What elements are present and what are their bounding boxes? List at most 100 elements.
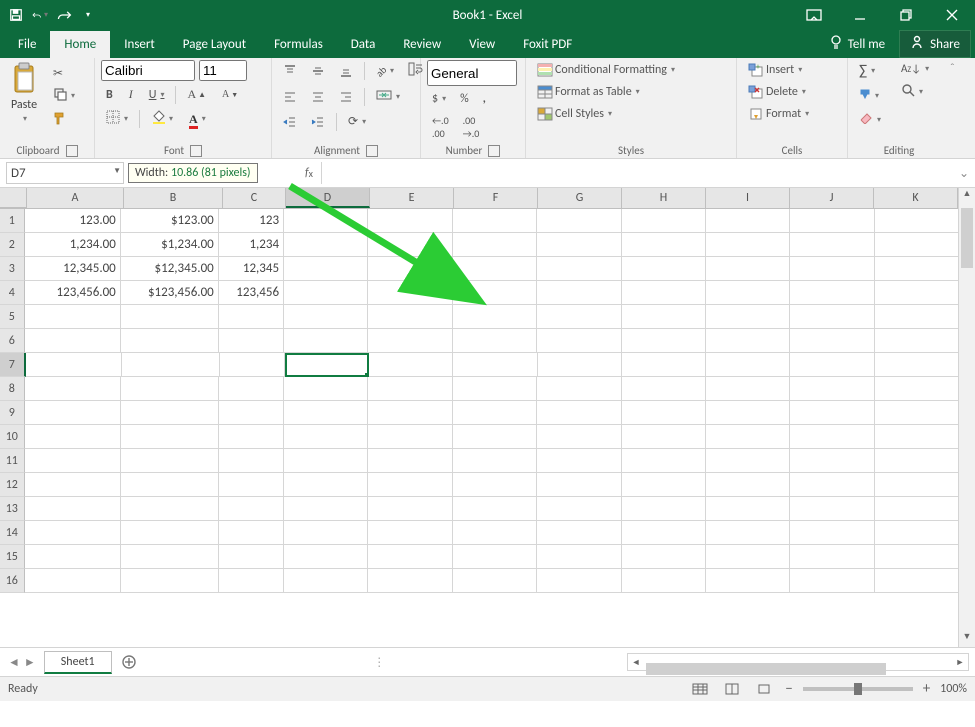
cell-B9[interactable] (121, 401, 219, 425)
column-header-A[interactable]: A (27, 188, 124, 208)
cell-I4[interactable] (706, 281, 790, 305)
merge-center-button[interactable]: ▾ (371, 86, 405, 108)
cell-A16[interactable] (25, 569, 121, 593)
align-bottom-button[interactable] (334, 62, 358, 80)
row-header-6[interactable]: 6 (0, 329, 25, 353)
cell-B7[interactable] (122, 353, 220, 377)
cell-A4[interactable]: 123,456.00 (25, 281, 121, 305)
cell-G1[interactable] (537, 209, 621, 233)
tell-me[interactable]: Tell me (820, 35, 895, 53)
cell-B11[interactable] (121, 449, 219, 473)
cell-E3[interactable] (368, 257, 452, 281)
cell-G4[interactable] (537, 281, 621, 305)
cell-G2[interactable] (537, 233, 621, 257)
cell-K16[interactable] (875, 569, 959, 593)
cell-K1[interactable] (875, 209, 959, 233)
sheet-tab-active[interactable]: Sheet1 (44, 651, 112, 674)
borders-button[interactable]: ▾ (101, 108, 133, 130)
cell-K10[interactable] (875, 425, 959, 449)
redo-icon[interactable] (56, 7, 72, 23)
cell-F2[interactable] (453, 233, 537, 257)
cell-B2[interactable]: $1,234.00 (121, 233, 219, 257)
ribbon-display-options-icon[interactable] (791, 0, 837, 30)
cell-J11[interactable] (790, 449, 874, 473)
align-center-button[interactable] (306, 88, 330, 106)
cell-I12[interactable] (706, 473, 790, 497)
cell-D2[interactable] (284, 233, 368, 257)
cell-A2[interactable]: 1,234.00 (25, 233, 121, 257)
cell-I14[interactable] (706, 521, 790, 545)
cell-A11[interactable] (25, 449, 121, 473)
autosum-button[interactable]: ∑▾ (854, 60, 886, 82)
cell-D15[interactable] (284, 545, 368, 569)
decrease-decimal-button[interactable]: .00→.0 (458, 112, 485, 142)
cell-I13[interactable] (706, 497, 790, 521)
cell-B13[interactable] (121, 497, 219, 521)
format-cells-button[interactable]: Format▾ (743, 104, 814, 124)
cell-I5[interactable] (706, 305, 790, 329)
zoom-slider-handle[interactable] (854, 683, 862, 695)
undo-icon[interactable]: ▾ (32, 7, 48, 23)
vertical-scroll-thumb[interactable] (961, 208, 973, 268)
insert-function-button[interactable]: fx (297, 162, 322, 184)
cell-J3[interactable] (790, 257, 874, 281)
number-format-select[interactable] (427, 60, 517, 86)
copy-button[interactable]: ▾ (48, 85, 80, 107)
format-painter-button[interactable] (48, 109, 80, 131)
cell-B12[interactable] (121, 473, 219, 497)
clear-button[interactable]: ▾ (854, 110, 886, 130)
cell-D16[interactable] (284, 569, 368, 593)
cell-E13[interactable] (368, 497, 452, 521)
cell-C8[interactable] (219, 377, 284, 401)
column-header-G[interactable]: G (538, 188, 622, 208)
font-color-button[interactable]: A▾ (184, 110, 211, 129)
font-dialog-launcher[interactable] (190, 145, 202, 157)
cut-button[interactable]: ✂ (48, 64, 80, 83)
cell-D5[interactable] (284, 305, 368, 329)
cell-K7[interactable] (875, 353, 959, 377)
zoom-level[interactable]: 100% (940, 682, 967, 696)
cell-B10[interactable] (121, 425, 219, 449)
cell-C7[interactable] (220, 353, 285, 377)
cell-G5[interactable] (537, 305, 621, 329)
cell-F9[interactable] (453, 401, 537, 425)
cell-I6[interactable] (706, 329, 790, 353)
cell-H4[interactable] (622, 281, 706, 305)
cell-E7[interactable] (369, 353, 453, 377)
row-header-16[interactable]: 16 (0, 569, 25, 593)
cell-I8[interactable] (706, 377, 790, 401)
cell-A1[interactable]: 123.00 (25, 209, 121, 233)
column-header-F[interactable]: F (454, 188, 538, 208)
cell-D6[interactable] (284, 329, 368, 353)
zoom-out-button[interactable]: − (785, 680, 792, 698)
cell-B5[interactable] (121, 305, 219, 329)
cell-B8[interactable] (121, 377, 219, 401)
cell-C5[interactable] (219, 305, 284, 329)
cell-C1[interactable]: 123 (219, 209, 284, 233)
cell-I3[interactable] (706, 257, 790, 281)
cell-I9[interactable] (706, 401, 790, 425)
page-layout-view-button[interactable] (721, 680, 743, 698)
cell-J7[interactable] (790, 353, 874, 377)
increase-indent-button[interactable] (306, 113, 330, 131)
customize-qat-icon[interactable]: ▾ (80, 7, 96, 23)
decrease-indent-button[interactable] (278, 113, 302, 131)
delete-cells-button[interactable]: Delete▾ (743, 82, 811, 102)
cell-D11[interactable] (284, 449, 368, 473)
cell-H13[interactable] (622, 497, 706, 521)
decrease-font-button[interactable]: A▼ (217, 87, 243, 102)
cell-B3[interactable]: $12,345.00 (121, 257, 219, 281)
comma-format-button[interactable]: , (478, 90, 491, 108)
page-break-view-button[interactable] (753, 680, 775, 698)
cell-E8[interactable] (368, 377, 452, 401)
cell-G15[interactable] (537, 545, 621, 569)
cell-H15[interactable] (622, 545, 706, 569)
cell-B16[interactable] (121, 569, 219, 593)
row-header-13[interactable]: 13 (0, 497, 25, 521)
tab-insert[interactable]: Insert (110, 31, 169, 58)
cell-J14[interactable] (790, 521, 874, 545)
cell-J12[interactable] (790, 473, 874, 497)
orientation-button[interactable]: ab▾ (371, 63, 399, 80)
cell-C6[interactable] (219, 329, 284, 353)
cell-G14[interactable] (537, 521, 621, 545)
